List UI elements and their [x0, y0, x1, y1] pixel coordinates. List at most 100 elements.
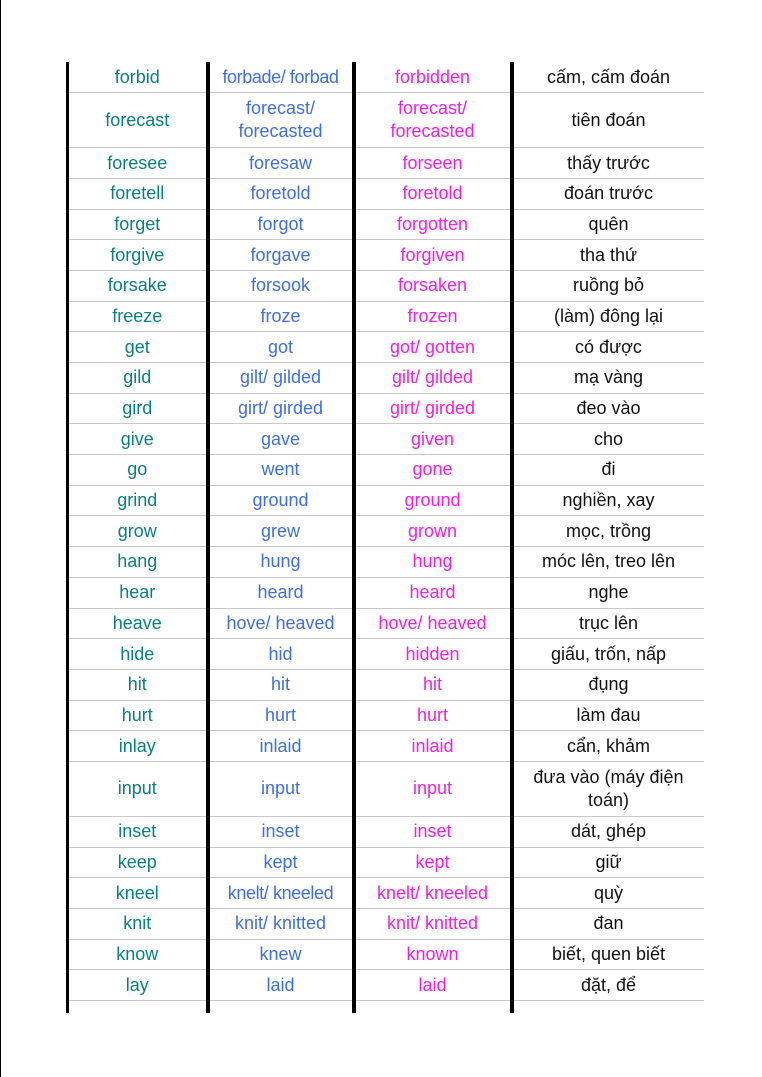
table-row: lay laid laid đặt, để [66, 969, 704, 1002]
meaning-cell: giấu, trốn, nấp [509, 638, 704, 670]
table-row: know knew known biết, quen biết [66, 939, 704, 971]
past-participle-cell: hung [351, 546, 512, 578]
past-participle-cell: known [351, 939, 512, 971]
base-form-cell: go [66, 454, 208, 486]
base-form-cell: freeze [66, 301, 208, 333]
past-participle-cell: knit/ knitted [351, 908, 512, 940]
past-simple-cell: hurt [205, 700, 354, 732]
meaning-cell: đeo vào [509, 393, 704, 425]
meaning-cell: cẩn, khảm [509, 730, 704, 762]
table-row: hear heard heard nghe [66, 577, 704, 609]
past-participle-cell: inlaid [351, 730, 512, 762]
base-form-cell: knit [66, 908, 208, 940]
past-participle-cell: knelt/ kneeled [351, 877, 512, 909]
past-simple-cell: hid [205, 638, 354, 670]
base-form-cell: input [66, 761, 208, 817]
past-participle-cell: gone [351, 454, 512, 486]
empty-cell [205, 1000, 354, 1013]
past-participle-cell: inset [351, 816, 512, 848]
base-form-cell: get [66, 331, 208, 363]
base-form-cell: foretell [66, 178, 208, 210]
past-simple-cell: inlaid [205, 730, 354, 762]
base-form-cell: kneel [66, 877, 208, 909]
meaning-cell: tiên đoán [509, 92, 704, 149]
past-simple-cell: gilt/ gilded [205, 362, 354, 394]
past-participle-cell: gilt/ gilded [351, 362, 512, 394]
past-simple-cell: ground [205, 485, 354, 517]
meaning-cell: mạ vàng [509, 362, 704, 394]
past-participle-cell: given [351, 423, 512, 456]
meaning-cell: cho [509, 423, 704, 456]
past-participle-cell: forgiven [351, 239, 512, 271]
empty-cell [66, 1000, 208, 1013]
past-participle-cell: forsaken [351, 270, 512, 302]
meaning-cell: ruồng bỏ [509, 270, 704, 302]
meaning-cell: quên [509, 209, 704, 241]
base-form-cell: forget [66, 209, 208, 241]
base-form-cell: forbid [66, 62, 208, 94]
meaning-cell: nghe [509, 577, 704, 609]
base-form-cell: gild [66, 362, 208, 394]
past-participle-cell: foretold [351, 178, 512, 210]
table-row: freeze froze frozen (làm) đông lại [66, 301, 704, 333]
base-form-cell: hang [66, 546, 208, 578]
verb-table-body: forbid forbade/ forbad forbidden cấm, cấ… [66, 62, 704, 1013]
meaning-cell: dát, ghép [509, 816, 704, 848]
past-simple-cell: knit/ knitted [205, 908, 354, 940]
past-simple-cell: heard [205, 577, 354, 609]
table-row: kneel knelt/ kneeled knelt/ kneeled quỳ [66, 877, 704, 909]
meaning-cell: nghiền, xay [509, 485, 704, 517]
past-participle-cell: hit [351, 669, 512, 701]
past-simple-cell: grew [205, 515, 354, 548]
past-simple-cell: forbade/ forbad [205, 62, 354, 94]
past-participle-cell: hove/ heaved [351, 608, 512, 640]
empty-cell [351, 1000, 512, 1013]
table-row: grind ground ground nghiền, xay [66, 485, 704, 517]
table-row: inset inset inset dát, ghép [66, 816, 704, 848]
past-simple-cell: knelt/ kneeled [205, 877, 354, 909]
past-simple-cell: knew [205, 939, 354, 971]
meaning-cell: đưa vào (máy điện toán) [509, 761, 704, 817]
meaning-cell: giữ [509, 847, 704, 879]
past-simple-cell: got [205, 331, 354, 363]
past-participle-cell: hidden [351, 638, 512, 670]
base-form-cell: heave [66, 608, 208, 640]
meaning-cell: đi [509, 454, 704, 486]
base-form-cell: foresee [66, 147, 208, 179]
past-participle-cell: grown [351, 515, 512, 548]
past-participle-cell: kept [351, 847, 512, 879]
table-row: heave hove/ heaved hove/ heaved trục lên [66, 608, 704, 640]
base-form-cell: inlay [66, 730, 208, 762]
meaning-cell: (làm) đông lại [509, 301, 704, 333]
past-simple-cell: forecast/ forecasted [205, 92, 354, 149]
past-simple-cell: gave [205, 423, 354, 456]
meaning-cell: đan [509, 908, 704, 940]
meaning-cell: đụng [509, 669, 704, 701]
page-left-edge [0, 0, 1, 1077]
past-participle-cell: laid [351, 969, 512, 1002]
table-row: gird girt/ girded girt/ girded đeo vào [66, 393, 704, 425]
meaning-cell: đặt, để [509, 969, 704, 1002]
table-row: keep kept kept giữ [66, 847, 704, 879]
meaning-cell: móc lên, treo lên [509, 546, 704, 578]
past-participle-cell: heard [351, 577, 512, 609]
table-row: forecast forecast/ forecasted forecast/ … [66, 92, 704, 149]
base-form-cell: hurt [66, 700, 208, 732]
table-row: inlay inlaid inlaid cẩn, khảm [66, 730, 704, 762]
meaning-cell: biết, quen biết [509, 939, 704, 971]
table-row: forsake forsook forsaken ruồng bỏ [66, 270, 704, 302]
past-participle-cell: forseen [351, 147, 512, 179]
past-simple-cell: foresaw [205, 147, 354, 179]
base-form-cell: hit [66, 669, 208, 701]
base-form-cell: forecast [66, 92, 208, 149]
table-row: gild gilt/ gilded gilt/ gilded mạ vàng [66, 362, 704, 394]
base-form-cell: forsake [66, 270, 208, 302]
past-participle-cell: ground [351, 485, 512, 517]
table-row: hit hit hit đụng [66, 669, 704, 701]
table-row: input input input đưa vào (máy điện toán… [66, 761, 704, 817]
past-participle-cell: frozen [351, 301, 512, 333]
past-participle-cell: got/ gotten [351, 331, 512, 363]
empty-cell [509, 1000, 704, 1013]
past-simple-cell: input [205, 761, 354, 817]
meaning-cell: có được [509, 331, 704, 363]
